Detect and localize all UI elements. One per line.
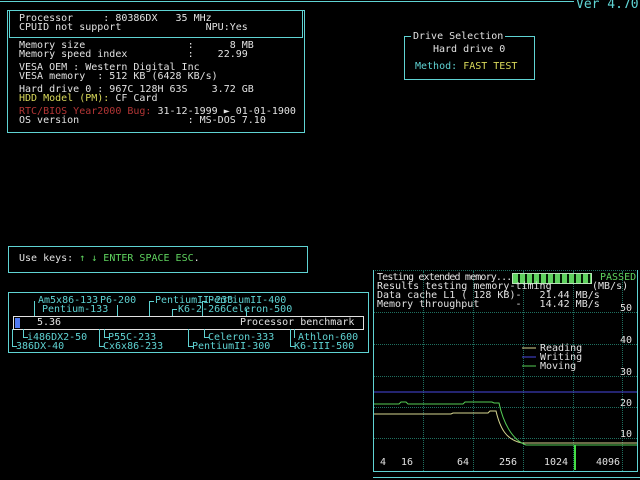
x-axis-label-4: 4 [380,457,387,468]
top-screen-line [0,1,640,2]
benchmark-label: Pentium-133 [42,304,109,315]
version-label: Ver 4.70 [574,0,640,12]
x-axis-label-64: 64 [457,457,470,468]
drive-selection-title: Drive Selection [411,31,506,42]
keys-hint-keys: ↑ ↓ ENTER SPACE ESC [79,253,194,264]
benchmark-tick [149,301,154,302]
drive-selection-method[interactable]: Method: FAST TEST [415,61,518,72]
benchmark-tick [188,329,189,347]
benchmark-score-marker [15,318,20,328]
reading-line [374,410,637,444]
drive-selection-box [404,36,535,80]
keys-hint-suffix: . [193,253,200,264]
x-axis-label-4096: 4096 [596,457,621,468]
x-axis-label-16: 16 [401,457,414,468]
benchmark-tick [290,329,291,347]
vesa-memory-line: VESA memory : 512 KB (6428 KB/s) [19,71,218,82]
keys-hint-line: Use keys: ↑ ↓ ENTER SPACE ESC. [19,253,200,264]
x-axis-label-256: 256 [499,457,518,468]
benchmark-tick [294,329,295,338]
benchmark-label: PentiumII-300 [192,341,271,352]
x-axis-label-1024: 1024 [544,457,569,468]
benchmark-box: Am5x86-133 P6-200 PentiumII-233 PentiumI… [8,292,369,353]
benchmark-tick [99,329,100,347]
benchmark-label: 386DX-40 [16,341,65,352]
bottom-screen-line [373,477,640,478]
throughput-line: Memory throughput - 14.42 MB/s [377,299,600,310]
benchmark-title: Processor benchmark [240,317,355,328]
method-value: FAST TEST [463,61,518,72]
hdd-model-line: HDD Model (PM): CF Card [19,93,158,104]
cpuid-line: CPUID not support NPU:Yes [19,22,248,33]
benchmark-tick [34,301,35,317]
y-axis-label-20: 20 [620,398,633,409]
legend-moving: Moving [540,361,577,372]
memory-test-panel: Testing extended memory... PASSED Result… [373,270,638,472]
dos-diagnostic-screen: Ver 4.70 Processor : 80386DX 35 MHz CPUI… [0,0,640,480]
drive-selection-option[interactable]: Hard drive 0 [433,45,505,55]
keys-hint-prefix: Use keys: [19,253,80,264]
benchmark-score: 5.36 [37,317,62,328]
benchmark-label: Celeron-500 [226,304,293,315]
y-axis-label-30: 30 [620,367,633,378]
y-axis-label-50: 50 [620,303,633,314]
benchmark-tick [202,301,203,317]
hdd-model-value: CF Card [109,93,158,104]
method-label: Method: [415,61,458,72]
os-version-line: OS version : MS-DOS 7.10 [19,115,266,126]
benchmark-label: K6-III-500 [294,341,355,352]
moving-line [374,401,637,446]
memory-speed-line: Memory speed index : 22.99 [19,49,248,60]
benchmark-label: Cx6x86-233 [103,341,164,352]
benchmark-tick [172,309,177,310]
hdd-model-label: HDD Model (PM): [19,93,110,104]
benchmark-tick [149,301,150,317]
y-axis-label-40: 40 [620,335,633,346]
y-axis-label-10: 10 [620,429,633,440]
benchmark-tick [12,329,13,347]
benchmark-tick [202,301,207,302]
